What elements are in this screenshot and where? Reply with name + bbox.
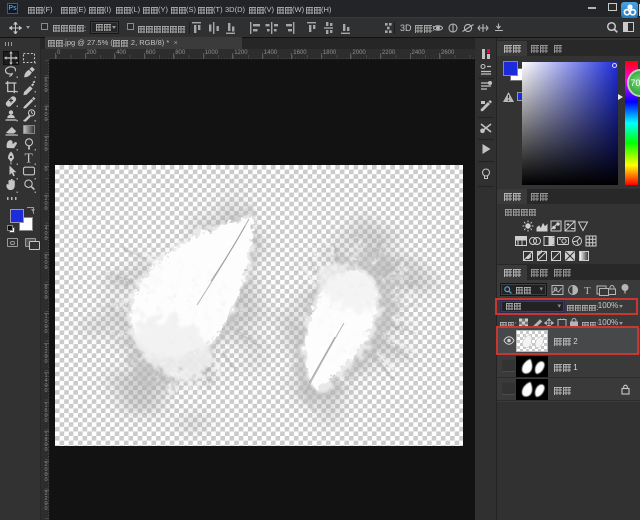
svg-text:T: T xyxy=(584,285,591,296)
svg-text:T: T xyxy=(25,151,34,166)
